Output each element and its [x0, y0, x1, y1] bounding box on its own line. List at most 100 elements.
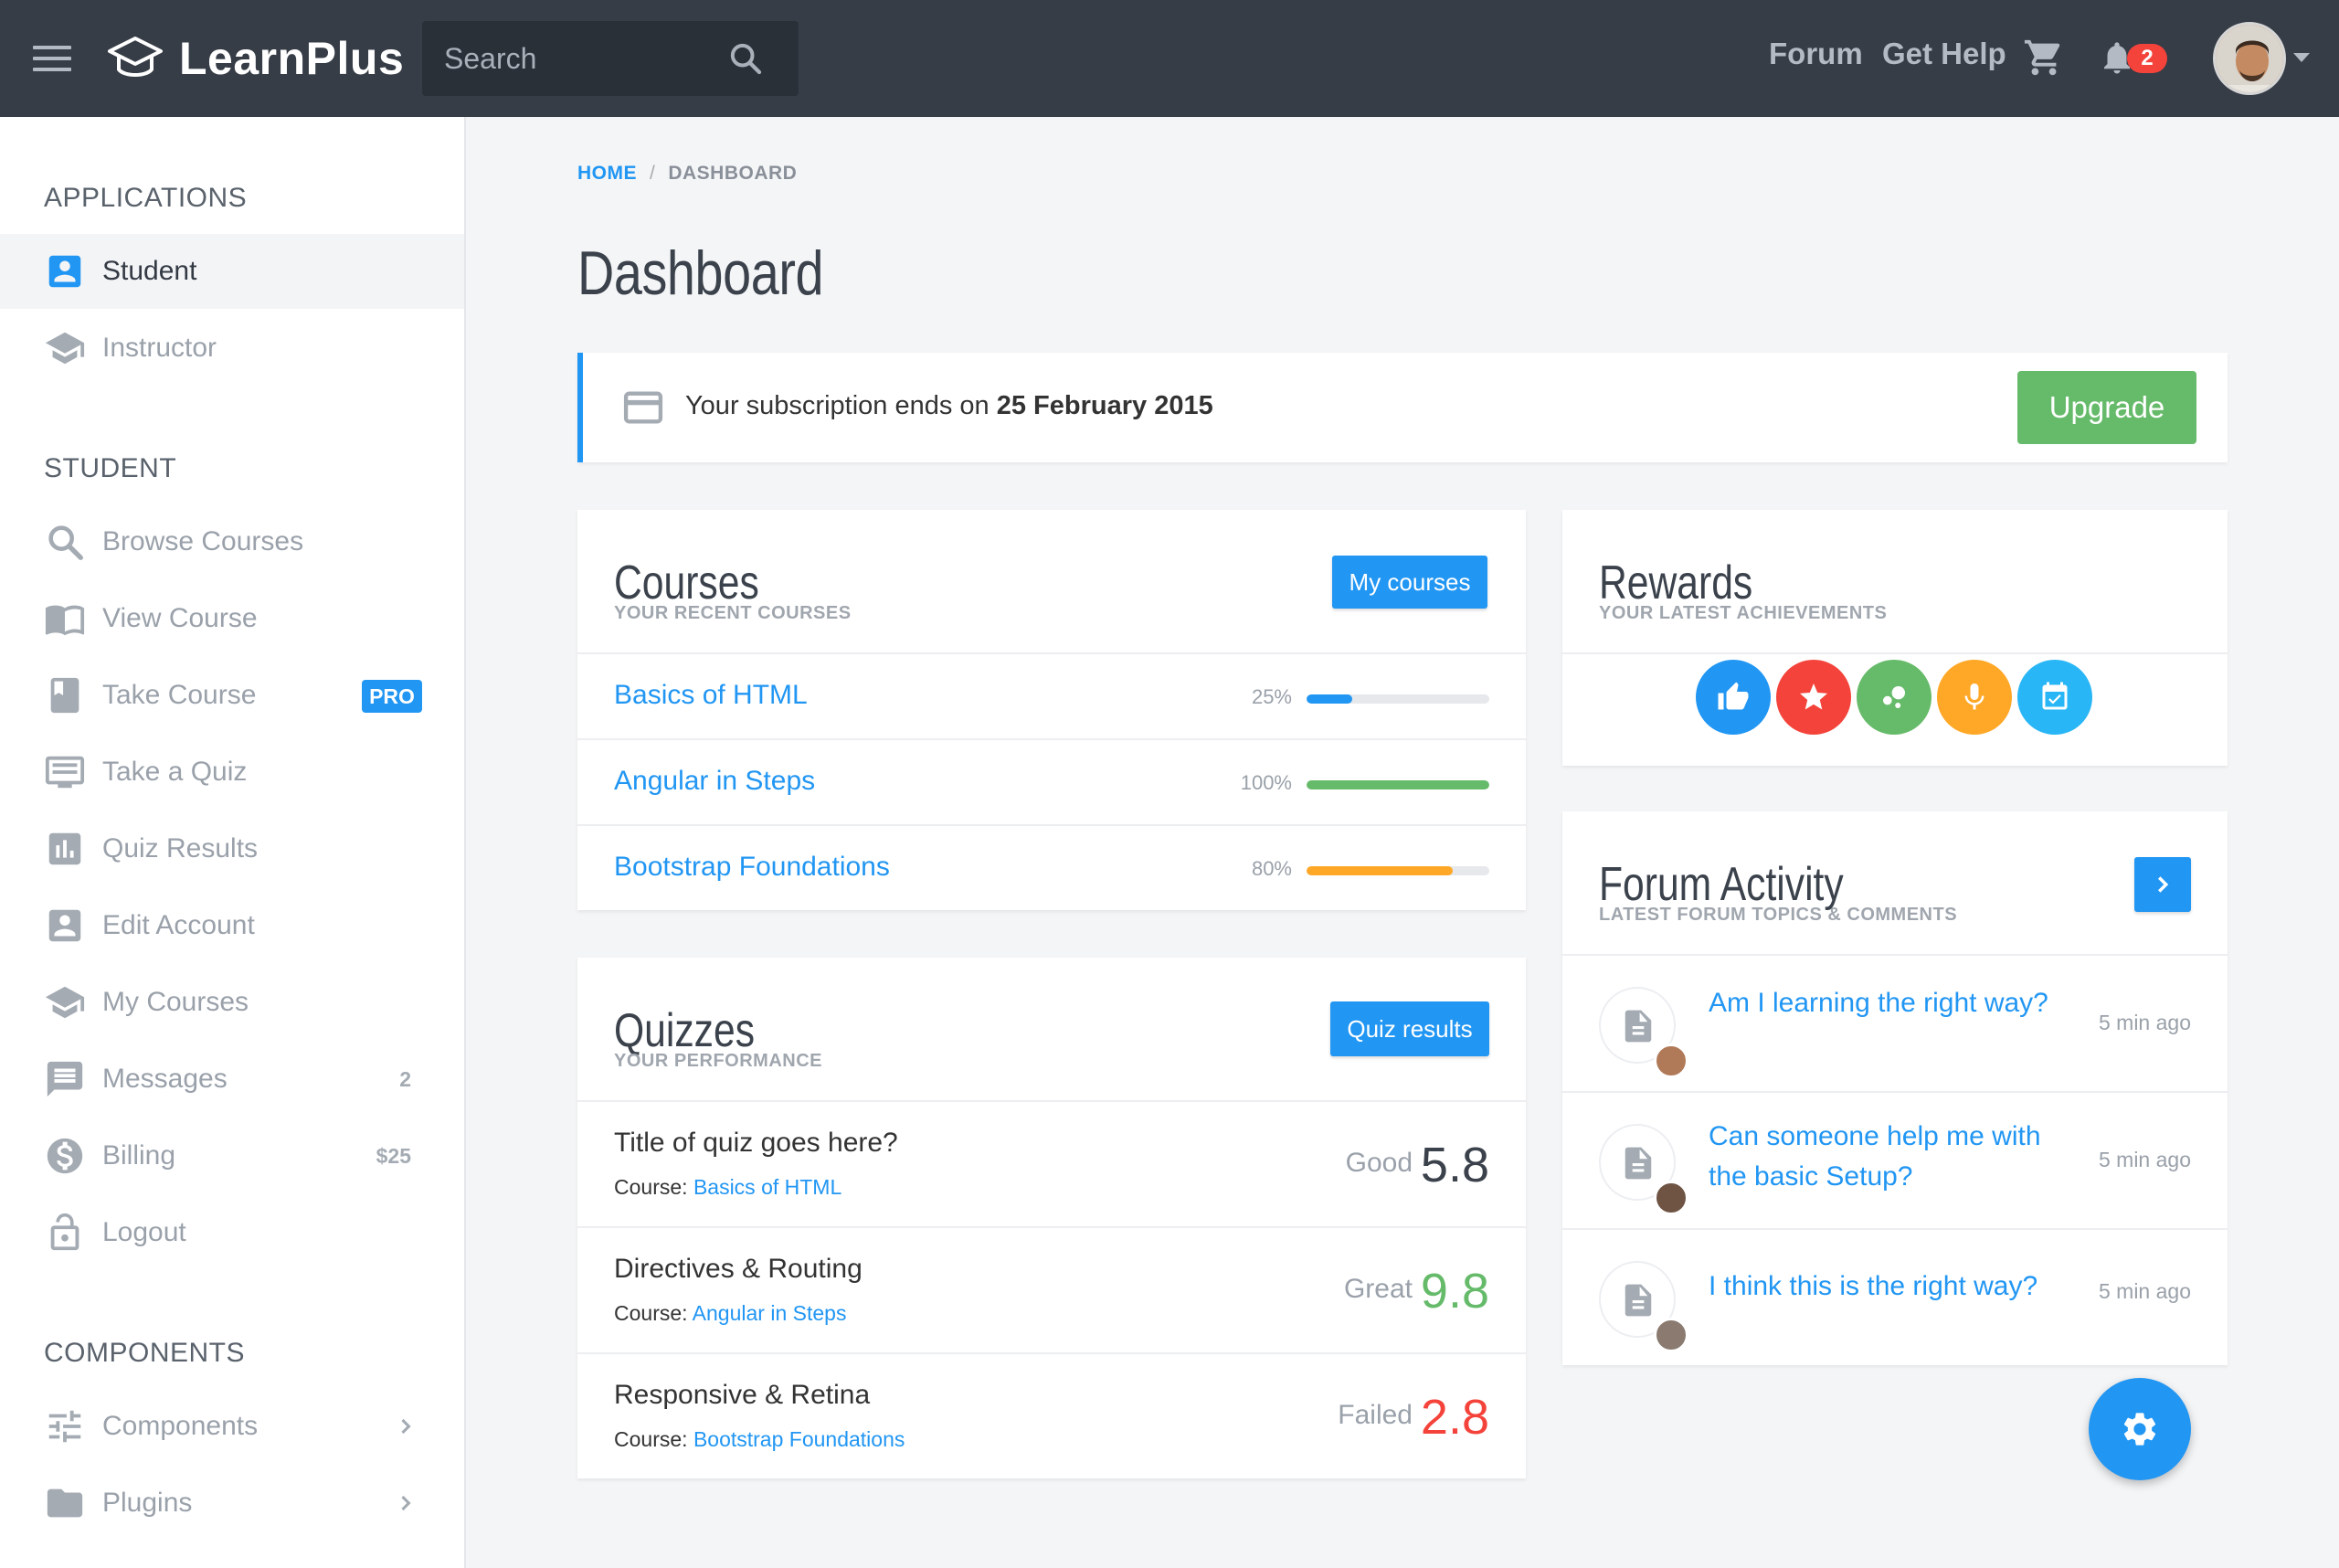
sidebar-heading-applications: APPLICATIONS: [44, 183, 248, 213]
document-icon: [1625, 1147, 1652, 1180]
course-row: Angular in Steps 100%: [577, 738, 1526, 824]
card-divider: [1562, 652, 2228, 654]
sidebar-item-my-courses[interactable]: My Courses: [0, 965, 464, 1040]
pro-badge: PRO: [362, 680, 422, 713]
quiz-row: Directives & Routing Course: Angular in …: [577, 1226, 1526, 1352]
breadcrumb-home-link[interactable]: HOME: [577, 163, 637, 184]
author-avatar: [1654, 1044, 1688, 1078]
tune-icon: [48, 1410, 81, 1443]
user-menu-caret-icon[interactable]: [2293, 53, 2310, 62]
sidebar-item-plugins[interactable]: Plugins: [0, 1466, 464, 1541]
calendar-check-icon: [2042, 682, 2068, 710]
search-input[interactable]: [422, 41, 714, 76]
shopping-cart-icon[interactable]: [2023, 37, 2065, 79]
author-avatar: [1654, 1181, 1688, 1215]
forum-topic-row: Can someone help me with the basic Setup…: [1562, 1091, 2228, 1228]
user-avatar[interactable]: [2213, 22, 2286, 95]
reward-badge[interactable]: [2017, 660, 2092, 735]
quiz-course-label: Course:: [614, 1175, 688, 1199]
quiz-rating: Failed: [1338, 1400, 1413, 1430]
star-icon: [1800, 683, 1827, 710]
sidebar-item-label: Browse Courses: [102, 526, 304, 556]
sidebar-item-components[interactable]: Components: [0, 1389, 464, 1464]
forum-topic-link[interactable]: Am I learning the right way?: [1709, 983, 2056, 1023]
thumb-up-icon: [1718, 682, 1749, 710]
messages-count: 2: [399, 1066, 411, 1091]
upgrade-button[interactable]: Upgrade: [2017, 371, 2196, 444]
bookmark-book-icon: [50, 677, 79, 714]
chevron-right-icon: [401, 1495, 411, 1511]
sidebar-heading-student: STUDENT: [44, 453, 177, 483]
forum-topic-icon: [1599, 1261, 1688, 1352]
sidebar-item-quiz-results[interactable]: Quiz Results: [0, 811, 464, 886]
reward-badge[interactable]: [1857, 660, 1932, 735]
quizzes-card: Quizzes YOUR PERFORMANCE Quiz results Ti…: [577, 958, 1526, 1478]
course-percent: 100%: [1240, 771, 1292, 794]
search-icon[interactable]: [727, 40, 764, 77]
breadcrumb: HOME / DASHBOARD: [577, 163, 797, 185]
quiz-score: 5.8: [1420, 1138, 1489, 1192]
quiz-course: Course: Bootstrap Foundations: [614, 1427, 905, 1452]
quiz-course-link[interactable]: Angular in Steps: [693, 1301, 847, 1325]
sidebar-item-label: Take Course: [102, 680, 257, 710]
sidebar-item-billing[interactable]: Billing $25: [0, 1118, 464, 1193]
reward-badge[interactable]: [1937, 660, 2012, 735]
settings-fab-button[interactable]: [2089, 1378, 2191, 1480]
reward-badge[interactable]: [1776, 660, 1851, 735]
sidebar-item-label: My Courses: [102, 987, 249, 1017]
breadcrumb-current: DASHBOARD: [668, 163, 798, 184]
search-icon: [48, 525, 83, 560]
dollar-icon: [47, 1138, 83, 1174]
quiz-course: Course: Angular in Steps: [614, 1301, 846, 1326]
sidebar-item-label: Logout: [102, 1217, 186, 1247]
quiz-score: 9.8: [1420, 1264, 1489, 1319]
courses-card-subtitle: YOUR RECENT COURSES: [614, 603, 852, 623]
get-help-link[interactable]: Get Help: [1882, 37, 2006, 71]
forum-topic-link[interactable]: Can someone help me with the basic Setup…: [1709, 1117, 2056, 1197]
course-link[interactable]: Angular in Steps: [614, 766, 815, 797]
my-courses-button[interactable]: My courses: [1332, 556, 1487, 609]
hamburger-menu-icon[interactable]: [33, 46, 71, 73]
quiz-course-label: Course:: [614, 1427, 688, 1451]
credit-card-icon: [623, 391, 663, 424]
forum-topic-link[interactable]: I think this is the right way?: [1709, 1266, 2056, 1307]
sidebar-item-student[interactable]: Student: [0, 234, 464, 309]
reward-badge[interactable]: [1696, 660, 1771, 735]
sidebar-item-label: Plugins: [102, 1488, 193, 1518]
quiz-score: 2.8: [1420, 1390, 1489, 1445]
quizzes-card-title: Quizzes: [614, 1004, 756, 1057]
courses-card: Courses YOUR RECENT COURSES My courses B…: [577, 510, 1526, 910]
sidebar-item-take-course[interactable]: Take Course PRO: [0, 658, 464, 733]
quizzes-card-subtitle: YOUR PERFORMANCE: [614, 1051, 823, 1071]
quiz-course-link[interactable]: Bootstrap Foundations: [693, 1427, 905, 1451]
forum-topic-row: Am I learning the right way? 5 min ago: [1562, 954, 2228, 1091]
quiz-row: Responsive & Retina Course: Bootstrap Fo…: [577, 1352, 1526, 1478]
forum-link[interactable]: Forum: [1769, 37, 1863, 71]
forum-topic-row: I think this is the right way? 5 min ago: [1562, 1228, 2228, 1365]
course-progress-fill: [1307, 866, 1453, 875]
forum-card-title: Forum Activity: [1599, 858, 1844, 911]
quiz-title: Directives & Routing: [614, 1254, 863, 1284]
sidebar-item-instructor[interactable]: Instructor: [0, 311, 464, 386]
sidebar-item-label: Take a Quiz: [102, 757, 248, 787]
brand[interactable]: LearnPlus: [106, 31, 404, 86]
sidebar-item-browse-courses[interactable]: Browse Courses: [0, 504, 464, 579]
sidebar-item-label: Student: [102, 256, 197, 286]
quiz-course-link[interactable]: Basics of HTML: [693, 1175, 841, 1199]
course-link[interactable]: Basics of HTML: [614, 680, 808, 711]
sidebar-item-view-course[interactable]: View Course: [0, 581, 464, 656]
brand-name: LearnPlus: [179, 33, 405, 84]
quiz-results-button[interactable]: Quiz results: [1330, 1001, 1489, 1056]
quiz-course: Course: Basics of HTML: [614, 1175, 841, 1200]
forum-more-button[interactable]: [2134, 857, 2191, 912]
chevron-right-icon: [401, 1418, 411, 1435]
course-link[interactable]: Bootstrap Foundations: [614, 852, 890, 883]
sidebar-item-logout[interactable]: Logout: [0, 1195, 464, 1270]
sidebar-item-take-a-quiz[interactable]: Take a Quiz: [0, 735, 464, 810]
subscription-label: Your subscription ends on: [685, 391, 990, 420]
course-progress-bar: [1307, 866, 1489, 875]
sidebar-item-edit-account[interactable]: Edit Account: [0, 888, 464, 963]
sidebar-item-label: Edit Account: [102, 910, 255, 940]
sidebar-item-messages[interactable]: Messages 2: [0, 1042, 464, 1117]
rewards-card-title: Rewards: [1599, 556, 1753, 609]
